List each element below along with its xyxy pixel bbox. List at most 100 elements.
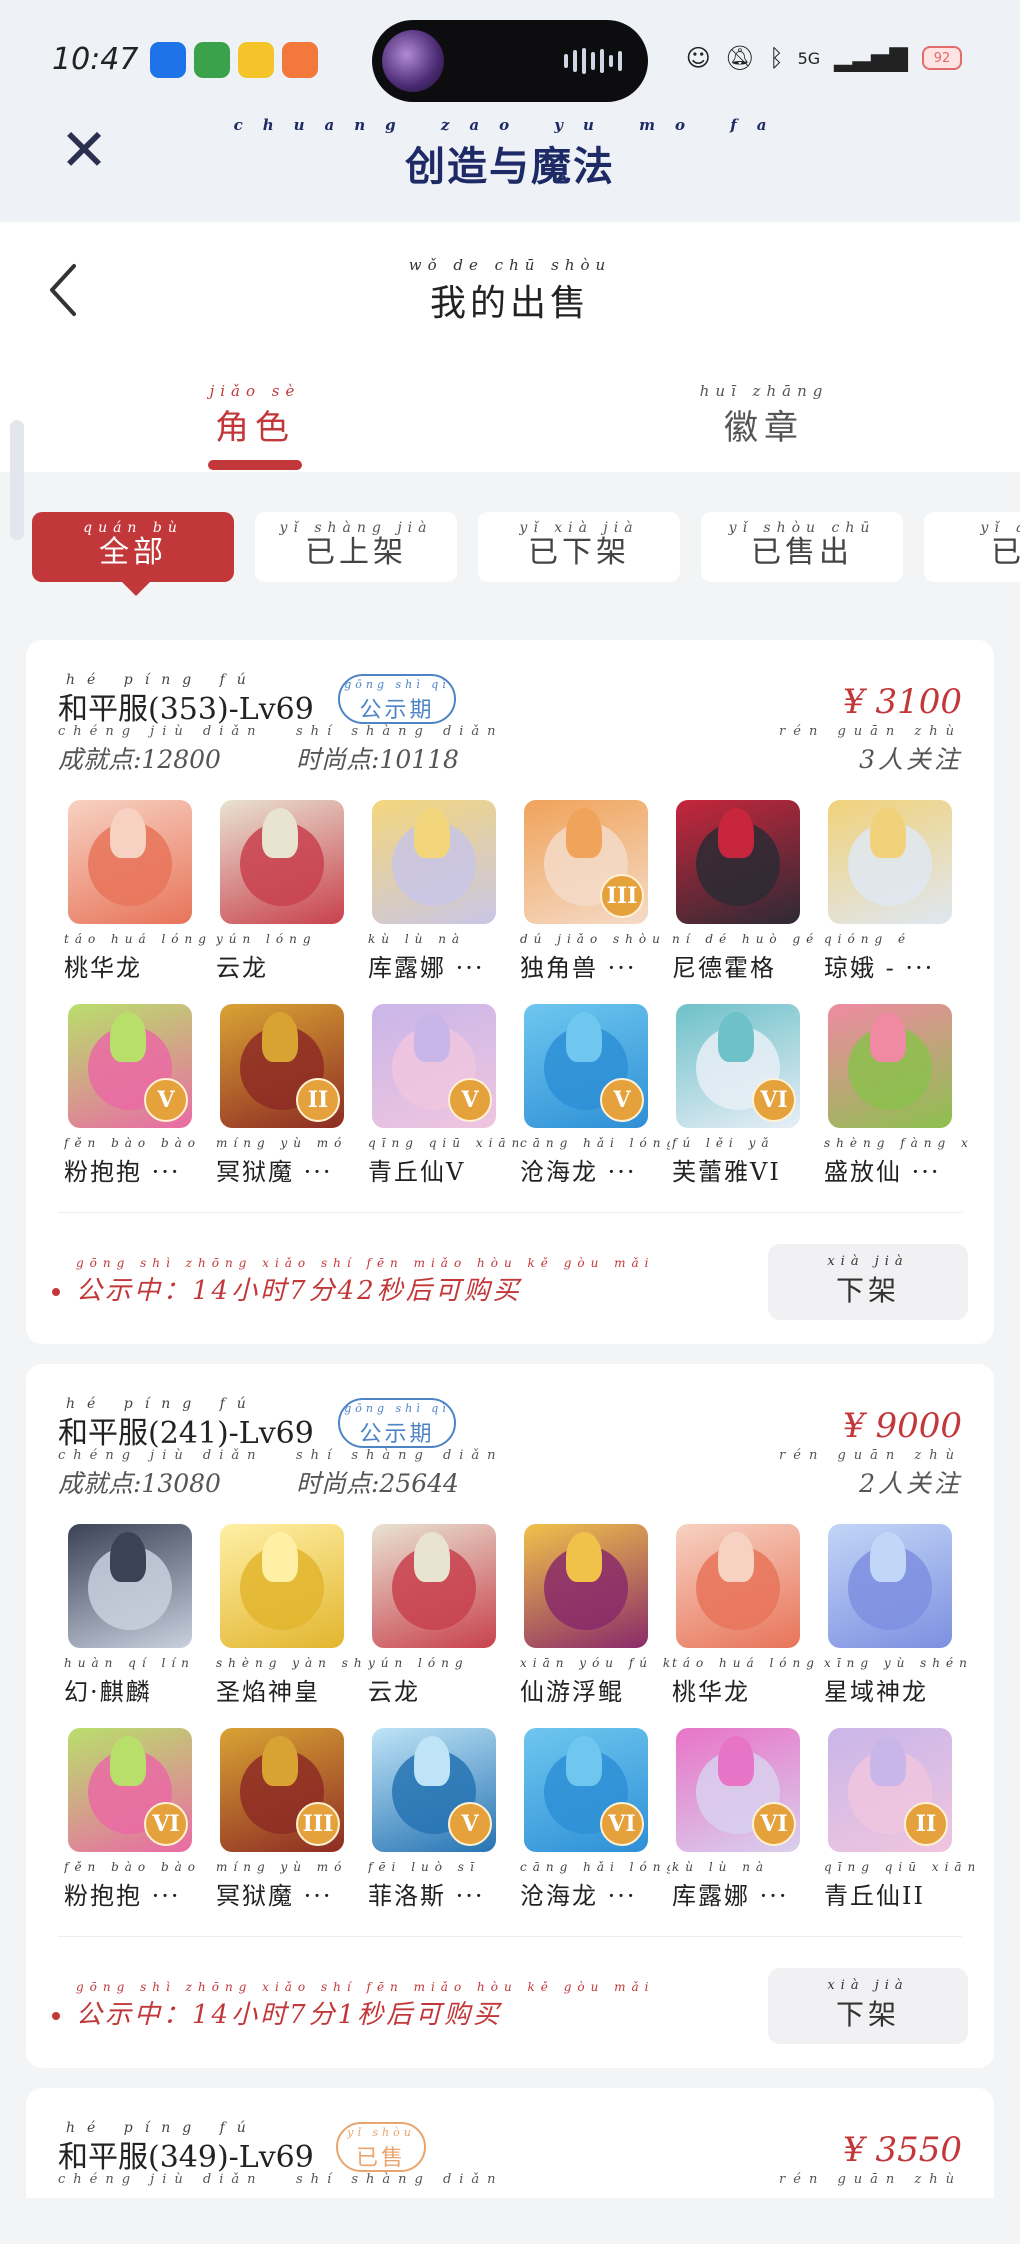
scroll-handle[interactable]	[10, 420, 24, 540]
battery-icon: 92	[922, 46, 962, 70]
pet-name: 青丘仙II	[824, 1882, 925, 1910]
pet-name: 盛放仙 ···	[824, 1158, 941, 1186]
listing-title: 和平服(241)-Lv69	[58, 1416, 314, 1451]
pet-name: 星域神龙	[824, 1678, 928, 1706]
card-divider	[58, 1212, 962, 1213]
listing-title: 和平服(349)-Lv69	[58, 2140, 314, 2175]
status-bar: 10:47 ☺ 🔕︎ ᛒ 5G ▂▃▅▇ 92	[0, 0, 1020, 120]
status-badge-pinyin: gōng shì qī	[344, 1402, 450, 1415]
pet-portrait[interactable]: III	[220, 1728, 344, 1852]
filter-cancelled[interactable]: yǐ qǔ x 已取	[924, 512, 1020, 582]
pet-portrait[interactable]: V	[372, 1004, 496, 1128]
pet-name: 独角兽 ···	[520, 954, 637, 982]
pet-name: 云龙	[216, 954, 268, 982]
pet-portrait[interactable]	[524, 1524, 648, 1648]
pet-portrait[interactable]: II	[828, 1728, 952, 1852]
pet-portrait[interactable]	[828, 800, 952, 924]
pet-head-shape	[262, 1012, 298, 1062]
listing-price: ¥ 3100	[843, 682, 962, 722]
music-avatar	[382, 30, 444, 92]
pet-portrait[interactable]	[676, 800, 800, 924]
filter-listed[interactable]: yǐ shàng jià 已上架	[255, 512, 457, 582]
pet-head-shape	[566, 1532, 602, 1582]
dynamic-island[interactable]	[372, 20, 648, 102]
bluetooth-icon: ᛒ	[769, 44, 784, 72]
status-badge-pinyin: gōng shì qī	[344, 678, 450, 691]
pet-portrait[interactable]: V	[68, 1004, 192, 1128]
pet-portrait[interactable]	[68, 1524, 192, 1648]
app-title: chuang zao yu mo fa 创造与魔法	[0, 116, 1020, 192]
app-header: ✕ chuang zao yu mo fa 创造与魔法	[0, 110, 1020, 220]
pet-portrait[interactable]	[372, 800, 496, 924]
pet-portrait[interactable]: VI	[524, 1728, 648, 1852]
pet-name-pinyin: fēi luò sī	[368, 1860, 480, 1874]
pet-name: 菲洛斯 ···	[368, 1882, 485, 1910]
pet-name: 沧海龙 ···	[520, 1158, 637, 1186]
app-title-text: 创造与魔法	[405, 143, 615, 190]
filter-sold[interactable]: yǐ shòu chū 已售出	[701, 512, 903, 582]
tier-badge: VI	[752, 1078, 796, 1122]
status-badge-pinyin: yǐ shòu	[347, 2126, 415, 2139]
tab-roles[interactable]: jiǎo sè 角色	[155, 382, 355, 449]
achievement-points: chéng jiù diǎn 成就点:12800	[58, 724, 255, 776]
notice-text: 公示中：14小时7分1秒后可购买	[76, 2000, 503, 2030]
filter-listed-label: 已上架	[305, 535, 407, 570]
filter-unlisted[interactable]: yǐ xià jià 已下架	[478, 512, 680, 582]
mute-icon: 🔕︎	[724, 44, 756, 72]
pet-head-shape	[414, 1736, 450, 1786]
achievement-pinyin: chéng jiù diǎn	[58, 724, 264, 739]
house-app-icon	[194, 42, 230, 78]
pet-name-pinyin: qīng qiū xiān	[368, 1136, 518, 1150]
notice-text: 公示中：14小时7分42秒后可购买	[76, 1276, 522, 1306]
pet-portrait[interactable]: VI	[68, 1728, 192, 1852]
fashion-pinyin: shí shàng diǎn	[296, 1448, 504, 1463]
pet-head-shape	[262, 1532, 298, 1582]
pet-name-pinyin: kù lù nà	[672, 1860, 770, 1874]
pet-portrait[interactable]	[220, 1524, 344, 1648]
unlist-button[interactable]: xià jià 下架	[768, 1968, 968, 2044]
filter-all[interactable]: quán bù 全部	[32, 512, 234, 582]
notice-pinyin: gōng shì zhōng xiǎo shí fēn miǎo hòu kě …	[76, 1980, 655, 1994]
pet-head-shape	[566, 1012, 602, 1062]
pet-portrait[interactable]: V	[372, 1728, 496, 1852]
pet-portrait[interactable]	[828, 1524, 952, 1648]
tab-badges[interactable]: huī zhāng 徽章	[664, 382, 864, 449]
active-filter-pointer	[120, 580, 152, 596]
pet-portrait[interactable]: III	[524, 800, 648, 924]
pet-portrait[interactable]: VI	[676, 1728, 800, 1852]
pet-name: 库露娜 ···	[672, 1882, 789, 1910]
unlist-button-pinyin: xià jià	[827, 1978, 909, 1993]
pet-name-pinyin: cāng hǎi lóng	[520, 1860, 670, 1874]
notice-pinyin: gōng shì zhōng xiǎo shí fēn miǎo hòu kě …	[76, 1256, 655, 1270]
unlist-button-label: 下架	[835, 1274, 900, 1307]
pet-head-shape	[110, 1736, 146, 1786]
listing-card[interactable]: hé píng fú 和平服(241)-Lv69 gōng shì qī 公示期 ¥ 9…	[26, 1364, 994, 2068]
pet-name: 沧海龙 ···	[520, 1882, 637, 1910]
pet-name: 青丘仙V	[368, 1158, 466, 1186]
pet-head-shape	[414, 808, 450, 858]
fashion-value: 时尚点:25644	[296, 1469, 459, 1498]
pet-portrait[interactable]	[676, 1524, 800, 1648]
pet-portrait[interactable]	[828, 1004, 952, 1128]
unlist-button[interactable]: xià jià 下架	[768, 1244, 968, 1320]
filter-sold-pinyin: yǐ shòu chū	[728, 520, 876, 536]
pet-head-shape	[718, 1532, 754, 1582]
pet-portrait[interactable]: VI	[676, 1004, 800, 1128]
pet-portrait[interactable]: V	[524, 1004, 648, 1128]
pet-name-pinyin: qióng é	[824, 932, 912, 946]
pet-head-shape	[414, 1532, 450, 1582]
achievement-points: chéng jiù diǎn 成就点:13080	[58, 1448, 255, 1500]
listing-title: 和平服(353)-Lv69	[58, 692, 314, 727]
tab-roles-pinyin: jiǎo sè	[209, 382, 301, 400]
pet-name: 圣焰神皇	[216, 1678, 320, 1706]
pet-name-pinyin: kù lù nà	[368, 932, 466, 946]
pet-head-shape	[870, 808, 906, 858]
pet-portrait[interactable]	[220, 800, 344, 924]
listing-card[interactable]: hé píng fú 和平服(353)-Lv69 gōng shì qī 公示期 ¥ 3…	[26, 640, 994, 1344]
public-notice: 公示中：14小时7分42秒后可购买	[52, 1270, 522, 1307]
pet-portrait[interactable]	[68, 800, 192, 924]
face-icon: ☺	[685, 44, 711, 72]
pet-portrait[interactable]: II	[220, 1004, 344, 1128]
pet-portrait[interactable]	[372, 1524, 496, 1648]
pet-name-pinyin: fú lěi yǎ	[672, 1136, 775, 1150]
